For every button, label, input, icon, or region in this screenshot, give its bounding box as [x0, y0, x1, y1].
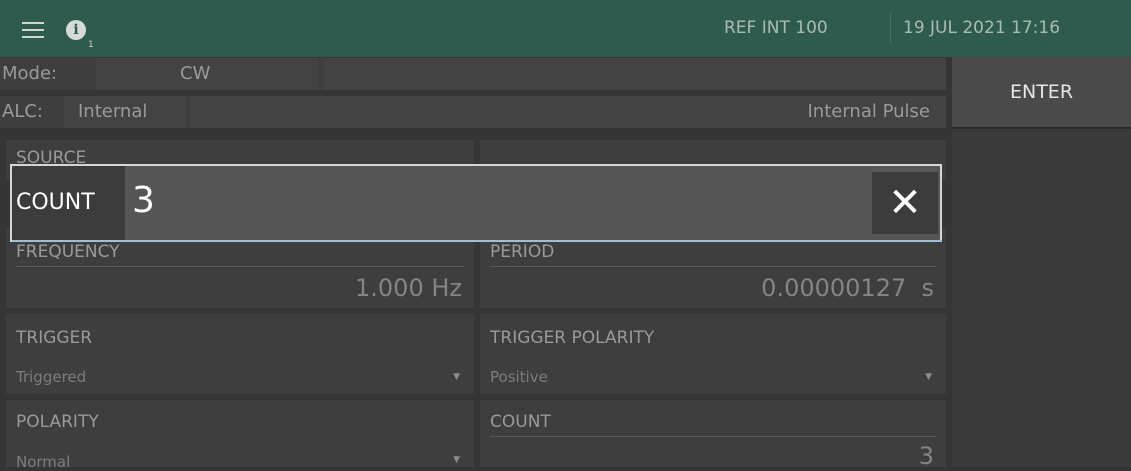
- softkey-panel: ENTER: [952, 57, 1131, 467]
- trigger-polarity-label: TRIGGER POLARITY: [490, 328, 655, 348]
- info-count: 1: [88, 40, 94, 50]
- alc-label: ALC:: [0, 96, 62, 128]
- frequency-value: 1.000 Hz: [355, 274, 462, 302]
- polarity-value: Normal: [16, 453, 71, 471]
- mode-spare-field: [324, 58, 946, 90]
- mode-value: CW: [180, 63, 211, 84]
- enter-button[interactable]: ENTER: [952, 57, 1131, 129]
- trigger-polarity-value: Positive: [490, 368, 548, 386]
- trigger-polarity-tile[interactable]: TRIGGER POLARITY Positive ▼: [480, 314, 946, 394]
- alc-row: ALC: Internal Internal Pulse: [0, 96, 946, 128]
- polarity-dropdown-icon: ▼: [453, 455, 460, 465]
- trigger-value: Triggered: [16, 368, 87, 386]
- period-value: 0.00000127 s: [761, 274, 934, 302]
- polarity-tile[interactable]: POLARITY Normal ▼: [6, 400, 474, 471]
- header-divider: [890, 12, 891, 44]
- entry-field[interactable]: COUNT 3 ✕: [10, 164, 942, 242]
- entry-label: COUNT: [16, 190, 95, 215]
- mode-value-field[interactable]: CW: [96, 58, 318, 90]
- top-bar: i 1 REF INT 100 19 JUL 2021 17:16: [0, 0, 1131, 57]
- reference-status: REF INT 100: [724, 18, 828, 38]
- mode-row: Mode: CW: [0, 58, 946, 90]
- trigger-label: TRIGGER: [16, 328, 93, 348]
- close-icon: ✕: [888, 180, 922, 226]
- trigger-tile[interactable]: TRIGGER Triggered ▼: [6, 314, 474, 394]
- pulse-source-value[interactable]: Internal Pulse: [190, 96, 946, 128]
- period-divider: [490, 266, 936, 267]
- date-time: 19 JUL 2021 17:16: [903, 18, 1061, 38]
- alc-value[interactable]: Internal: [64, 96, 186, 128]
- clear-entry-button[interactable]: ✕: [872, 172, 938, 234]
- entry-label-box: COUNT: [12, 166, 125, 240]
- count-label: COUNT: [490, 412, 551, 432]
- period-label: PERIOD: [490, 242, 555, 262]
- hamburger-menu-icon[interactable]: [22, 22, 44, 38]
- count-divider: [490, 436, 936, 437]
- entry-value[interactable]: 3: [132, 180, 155, 221]
- mode-label: Mode:: [0, 58, 92, 90]
- frequency-divider: [16, 266, 464, 267]
- count-value: 3: [918, 442, 934, 470]
- trigger-dropdown-icon: ▼: [453, 372, 460, 382]
- trigger-polarity-dropdown-icon: ▼: [925, 372, 932, 382]
- entry-focus-underline: [12, 240, 942, 242]
- polarity-label: POLARITY: [16, 412, 99, 432]
- count-tile[interactable]: COUNT 3: [480, 400, 946, 470]
- frequency-label: FREQUENCY: [16, 242, 120, 262]
- info-icon[interactable]: i: [66, 20, 86, 40]
